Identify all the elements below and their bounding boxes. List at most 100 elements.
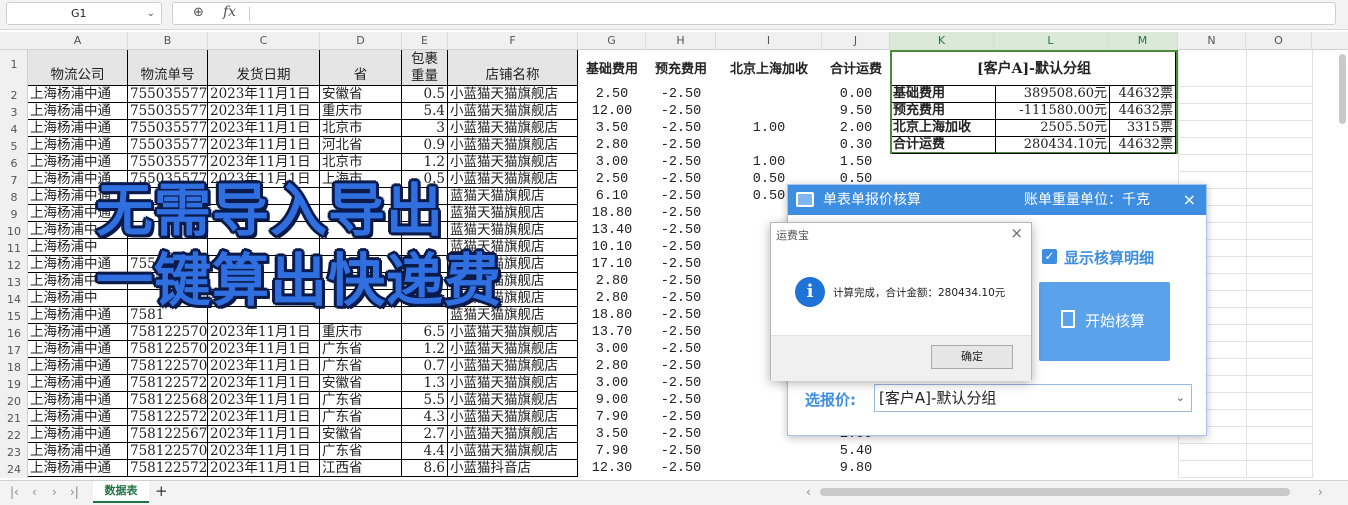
cell-f[interactable]: 小蓝猫天猫旗舰店	[448, 120, 578, 137]
column-header-c[interactable]: C	[208, 32, 320, 50]
row-header-1[interactable]: 1	[0, 58, 28, 76]
row-header[interactable]: 10	[0, 223, 28, 240]
row-header[interactable]: 6	[0, 155, 28, 172]
cell-g[interactable]: 2.50	[578, 171, 646, 188]
cell-a[interactable]: 上海杨浦中通	[28, 324, 128, 341]
cell-h[interactable]: -2.50	[646, 103, 716, 120]
cell-g[interactable]: 13.40	[578, 222, 646, 239]
row-header[interactable]: 12	[0, 257, 28, 274]
summary-count[interactable]: 44632票	[1110, 86, 1176, 103]
scroll-left-icon[interactable]: ‹	[806, 485, 811, 499]
cell-f[interactable]: 小蓝猫天猫旗舰店	[448, 341, 578, 358]
cell-b[interactable]: 75812257013	[128, 324, 208, 341]
cell-g[interactable]: 18.80	[578, 307, 646, 324]
close-icon[interactable]: ×	[1183, 185, 1196, 215]
cell-d[interactable]: 广东省	[320, 443, 402, 460]
cell-g[interactable]: 3.00	[578, 341, 646, 358]
row-header[interactable]: 13	[0, 274, 28, 291]
cell-b[interactable]: 75812257013	[128, 443, 208, 460]
cell-f[interactable]: 小蓝猫天猫旗舰店	[448, 154, 578, 171]
cell-g[interactable]: 12.00	[578, 103, 646, 120]
cell-c[interactable]: 2023年11月1日	[208, 392, 320, 409]
cell-f[interactable]: 小蓝猫天猫旗舰店	[448, 86, 578, 103]
column-header-h[interactable]: H	[646, 32, 716, 50]
cell-c[interactable]: 2023年11月1日	[208, 103, 320, 120]
prev-sheet-icon[interactable]: ‹	[32, 485, 37, 499]
quote-select[interactable]: [客户A]-默认分组 ⌄	[874, 384, 1192, 412]
cell-a[interactable]: 上海杨浦中通	[28, 409, 128, 426]
cell-c[interactable]: 2023年11月1日	[208, 324, 320, 341]
cell-a[interactable]: 上海杨浦中通	[28, 460, 128, 477]
cell-f[interactable]: 小蓝猫天猫旗舰店	[448, 324, 578, 341]
cell-a[interactable]: 上海杨浦中通	[28, 154, 128, 171]
cell-g[interactable]: 2.80	[578, 137, 646, 154]
row-header[interactable]: 2	[0, 87, 28, 104]
cell-g[interactable]: 3.50	[578, 426, 646, 443]
cell-f[interactable]: 小蓝猫天猫旗舰店	[448, 103, 578, 120]
column-header-b[interactable]: B	[128, 32, 208, 50]
cell-e[interactable]: 0.7	[402, 358, 448, 375]
cell-f[interactable]: 小蓝猫抖音店	[448, 460, 578, 477]
cell-e[interactable]: 1.3	[402, 375, 448, 392]
cell-f[interactable]: 小蓝猫天猫旗舰店	[448, 409, 578, 426]
summary-title[interactable]: [客户A]-默认分组	[892, 52, 1176, 86]
column-header-o[interactable]: O	[1246, 32, 1312, 50]
cell-i[interactable]	[716, 443, 822, 460]
cell-g[interactable]: 7.90	[578, 443, 646, 460]
column-header-j[interactable]: J	[822, 32, 890, 50]
cell-b[interactable]: 75812257233	[128, 409, 208, 426]
cell-h[interactable]: -2.50	[646, 239, 716, 256]
summary-amount[interactable]: -111580.00元	[996, 103, 1110, 120]
cell-g[interactable]: 6.10	[578, 188, 646, 205]
cell-e[interactable]: 6.5	[402, 324, 448, 341]
cell-a[interactable]: 上海杨浦中通	[28, 120, 128, 137]
cell-g[interactable]: 2.80	[578, 358, 646, 375]
cell-b[interactable]: 75812257233	[128, 375, 208, 392]
cell-c[interactable]: 2023年11月1日	[208, 375, 320, 392]
vertical-scrollbar[interactable]	[1339, 54, 1346, 124]
last-sheet-icon[interactable]: ›|	[70, 485, 79, 499]
cell-d[interactable]: 广东省	[320, 392, 402, 409]
cell-j[interactable]: 9.80	[822, 460, 890, 477]
cell-d[interactable]: 河北省	[320, 137, 402, 154]
cell-b[interactable]: 75503557784	[128, 86, 208, 103]
cell-j[interactable]: 0.30	[822, 137, 890, 154]
cell-b[interactable]: 75812257013	[128, 341, 208, 358]
cell-h[interactable]: -2.50	[646, 324, 716, 341]
cell-g[interactable]: 18.80	[578, 205, 646, 222]
cell-h[interactable]: -2.50	[646, 307, 716, 324]
cell-a[interactable]: 上海杨浦中通	[28, 375, 128, 392]
cell-b[interactable]: 75503557713	[128, 103, 208, 120]
cell-c[interactable]: 2023年11月1日	[208, 358, 320, 375]
summary-amount[interactable]: 389508.60元	[996, 86, 1110, 103]
cell-g[interactable]: 2.80	[578, 273, 646, 290]
cell-h[interactable]: -2.50	[646, 137, 716, 154]
cell-h[interactable]: -2.50	[646, 443, 716, 460]
row-header[interactable]: 22	[0, 427, 28, 444]
cell-a[interactable]: 上海杨浦中通	[28, 358, 128, 375]
column-header-k[interactable]: K	[890, 32, 994, 50]
column-header-m[interactable]: M	[1108, 32, 1178, 50]
ok-button[interactable]: 确定	[931, 345, 1013, 369]
cell-f[interactable]: 小蓝猫天猫旗舰店	[448, 426, 578, 443]
row-header[interactable]: 11	[0, 240, 28, 257]
cell-a[interactable]: 上海杨浦中通	[28, 103, 128, 120]
cell-b[interactable]: 75503557713	[128, 120, 208, 137]
first-sheet-icon[interactable]: |‹	[10, 485, 19, 499]
formula-input[interactable]: ⊕ fx	[172, 2, 1336, 25]
row-header[interactable]: 8	[0, 189, 28, 206]
cell-a[interactable]: 上海杨浦中通	[28, 443, 128, 460]
column-header-n[interactable]: N	[1178, 32, 1246, 50]
cell-d[interactable]: 广东省	[320, 409, 402, 426]
column-header-d[interactable]: D	[320, 32, 402, 50]
cell-h[interactable]: -2.50	[646, 460, 716, 477]
fx-icon[interactable]: fx	[223, 4, 236, 20]
cell-h[interactable]: -2.50	[646, 273, 716, 290]
column-header-e[interactable]: E	[402, 32, 448, 50]
cell-e[interactable]: 5.5	[402, 392, 448, 409]
next-sheet-icon[interactable]: ›	[52, 485, 57, 499]
cell-b[interactable]: 75812257083	[128, 358, 208, 375]
cell-h[interactable]: -2.50	[646, 358, 716, 375]
cell-f[interactable]: 小蓝猫天猫旗舰店	[448, 375, 578, 392]
cell-h[interactable]: -2.50	[646, 86, 716, 103]
